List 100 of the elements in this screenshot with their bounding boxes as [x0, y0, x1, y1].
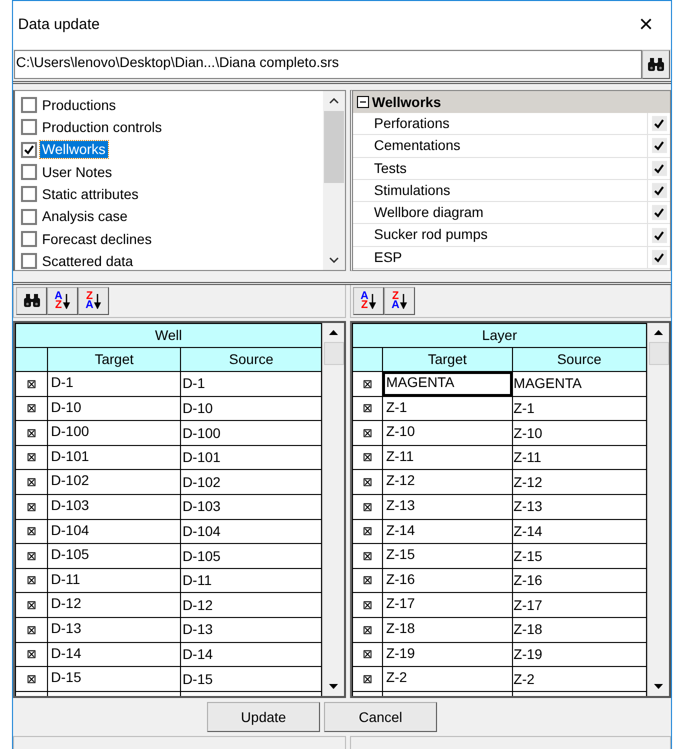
table-cell[interactable]: Z-10: [512, 420, 646, 446]
list-item[interactable]: Wellworks: [40, 141, 108, 158]
sort-button[interactable]: Z A: [78, 287, 109, 315]
list-item[interactable]: Production controls: [40, 119, 164, 136]
checkbox-glyph[interactable]: ⊠: [352, 568, 383, 593]
table-cell[interactable]: Z-15: [512, 544, 646, 568]
checkbox-glyph[interactable]: ⊠: [16, 519, 48, 544]
checkbox[interactable]: [21, 164, 37, 180]
checkbox-glyph[interactable]: ⊠: [16, 568, 48, 593]
table-cell[interactable]: D-10: [180, 396, 322, 421]
table-cell[interactable]: Z-13: [384, 495, 512, 518]
table-cell[interactable]: D-15: [48, 668, 180, 690]
sort-button[interactable]: Z A: [384, 287, 415, 315]
path-field[interactable]: C:\Users\lenovo\Desktop\Dian...\Diana completo.srs: [14, 50, 642, 79]
checkbox-glyph[interactable]: ⊠: [352, 592, 383, 618]
table-cell[interactable]: D-12: [48, 594, 180, 616]
checkbox-glyph[interactable]: ⊠: [16, 445, 48, 470]
table-cell[interactable]: D-102: [48, 470, 180, 494]
checkbox[interactable]: [652, 160, 666, 176]
close-button[interactable]: ×: [632, 13, 659, 37]
table-cell[interactable]: Z-16: [384, 569, 512, 592]
checkbox[interactable]: [652, 205, 666, 220]
checkbox[interactable]: [21, 186, 37, 202]
table-cell[interactable]: Z-2: [512, 666, 646, 692]
table-cell[interactable]: D-104: [180, 519, 322, 544]
checkbox-glyph[interactable]: ⊠: [16, 372, 48, 396]
checkbox-glyph[interactable]: ⊠: [352, 666, 383, 692]
checkbox-glyph[interactable]: ⊠: [16, 617, 48, 642]
checkbox-glyph[interactable]: ⊠: [16, 470, 48, 494]
collapse-icon[interactable]: [357, 96, 369, 108]
checkbox-glyph[interactable]: ⊠: [16, 420, 48, 446]
table-cell[interactable]: Z-1: [512, 396, 646, 421]
table-cell[interactable]: Z-12: [512, 470, 646, 494]
scrollbar[interactable]: [323, 91, 345, 270]
checkbox-glyph[interactable]: ⊠: [16, 666, 48, 692]
table-cell[interactable]: D-12: [180, 592, 322, 618]
table-cell[interactable]: D-11: [48, 569, 180, 592]
table-cell[interactable]: D-105: [180, 544, 322, 568]
dialog-button[interactable]: Update: [207, 702, 320, 732]
checkbox[interactable]: [652, 116, 666, 132]
scrollbar-thumb[interactable]: [324, 342, 344, 365]
table-cell[interactable]: D-14: [180, 642, 322, 667]
checkbox[interactable]: [21, 97, 37, 114]
checkbox[interactable]: [21, 230, 37, 247]
table-cell[interactable]: MAGENTA: [384, 372, 512, 396]
scrollbar-thumb[interactable]: [648, 342, 668, 365]
checkbox-glyph[interactable]: ⊠: [352, 372, 383, 396]
table-cell[interactable]: Z-15: [384, 544, 512, 568]
checkbox[interactable]: [21, 119, 37, 136]
table-cell[interactable]: D-10: [48, 397, 180, 420]
table-cell[interactable]: Z-12: [384, 470, 512, 494]
table-cell[interactable]: D-103: [180, 494, 322, 520]
list-item[interactable]: Scattered data: [40, 252, 136, 270]
table-cell[interactable]: D-100: [180, 420, 322, 446]
checkbox-glyph[interactable]: ⊠: [352, 396, 383, 421]
checkbox-glyph[interactable]: ⊠: [352, 519, 383, 544]
browse-button[interactable]: [642, 50, 670, 79]
table-cell[interactable]: Z-17: [384, 594, 512, 616]
sort-button[interactable]: A Z: [47, 287, 78, 315]
checkbox-glyph[interactable]: ⊠: [16, 396, 48, 421]
checkbox[interactable]: [21, 208, 37, 225]
checkbox-glyph[interactable]: ⊠: [352, 494, 383, 520]
table-cell[interactable]: Z-19: [384, 643, 512, 666]
checkbox[interactable]: [652, 250, 666, 265]
list-item[interactable]: Analysis case: [40, 208, 130, 226]
table-cell[interactable]: D-1: [48, 372, 180, 396]
table-cell[interactable]: Z-18: [512, 617, 646, 642]
checkbox[interactable]: [652, 228, 666, 243]
checkbox-glyph[interactable]: ⊠: [16, 494, 48, 520]
scrollbar[interactable]: [647, 323, 669, 696]
checkbox[interactable]: [21, 253, 37, 270]
list-item[interactable]: Forecast declines: [40, 230, 154, 248]
checkbox-glyph[interactable]: ⊠: [352, 617, 383, 642]
table-cell[interactable]: D-15: [180, 666, 322, 692]
table-cell[interactable]: Z-14: [384, 520, 512, 543]
checkbox[interactable]: [21, 142, 37, 158]
checkbox-glyph[interactable]: ⊠: [352, 470, 383, 494]
table-cell[interactable]: D-14: [48, 643, 180, 666]
table-cell[interactable]: D-101: [48, 446, 180, 469]
find-button[interactable]: [16, 287, 47, 315]
table-cell[interactable]: Z-2: [384, 668, 512, 690]
checkbox-glyph[interactable]: ⊠: [352, 544, 383, 568]
table-cell[interactable]: D-13: [180, 617, 322, 642]
table-cell[interactable]: Z-1: [384, 397, 512, 420]
checkbox-glyph[interactable]: ⊠: [16, 592, 48, 618]
table-cell[interactable]: D-104: [48, 520, 180, 543]
table-cell[interactable]: Z-19: [512, 642, 646, 667]
sort-button[interactable]: A Z: [353, 287, 384, 315]
list-item[interactable]: User Notes: [40, 164, 114, 180]
checkbox[interactable]: [652, 138, 666, 154]
table-cell[interactable]: Z-11: [384, 446, 512, 469]
table-cell[interactable]: Z-11: [512, 445, 646, 470]
list-item[interactable]: Static attributes: [40, 186, 140, 203]
table-cell[interactable]: Z-13: [512, 494, 646, 520]
table-cell[interactable]: D-101: [180, 445, 322, 470]
scrollbar[interactable]: [322, 323, 344, 696]
dialog-button[interactable]: Cancel: [324, 702, 437, 732]
checkbox-glyph[interactable]: ⊠: [16, 544, 48, 568]
checkbox-glyph[interactable]: ⊠: [352, 445, 383, 470]
table-cell[interactable]: Z-16: [512, 568, 646, 593]
